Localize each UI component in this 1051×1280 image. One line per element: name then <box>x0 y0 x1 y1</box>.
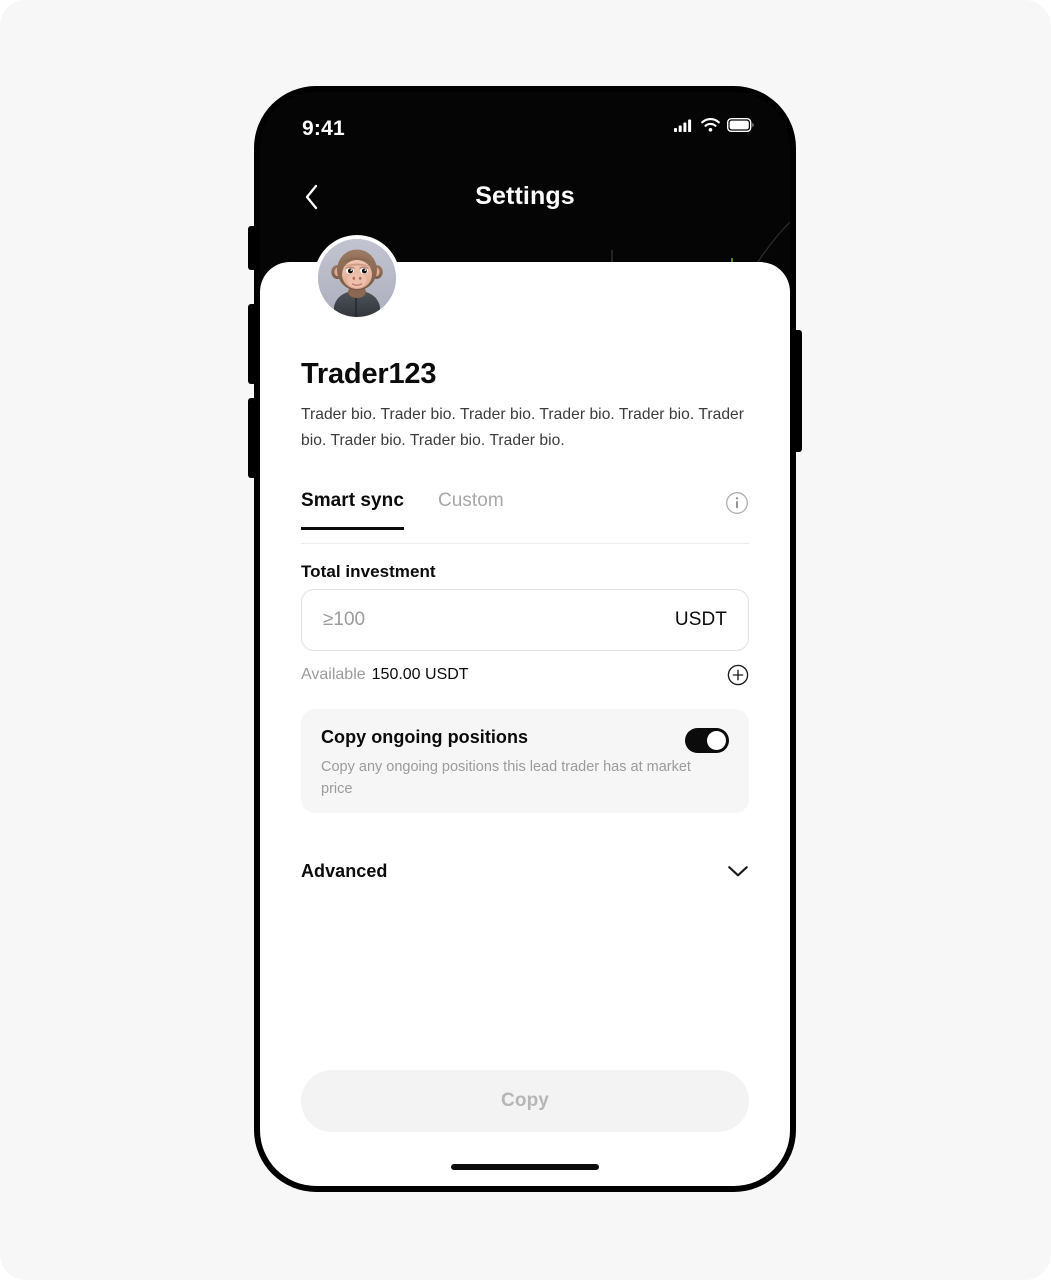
phone-screen: 9:41 Settings Trader123 Trader bio. Trad… <box>260 92 790 1186</box>
battery-icon <box>727 118 754 132</box>
currency-unit: USDT <box>674 609 727 630</box>
volume-down-button[interactable] <box>248 304 256 384</box>
power-button[interactable] <box>794 330 802 452</box>
tab-smart-sync[interactable]: Smart sync <box>301 490 404 530</box>
advanced-label: Advanced <box>301 860 388 881</box>
mute-switch[interactable] <box>248 226 256 270</box>
copy-ongoing-positions-card: Copy ongoing positions Copy any ongoing … <box>301 709 749 813</box>
sheet-content: Trader123 Trader bio. Trader bio. Trader… <box>260 262 790 1186</box>
screenshot-canvas: 9:41 Settings Trader123 Trader bio. Trad… <box>0 0 1051 1280</box>
copy-ongoing-positions-title: Copy ongoing positions <box>321 727 529 747</box>
copy-ongoing-positions-toggle[interactable] <box>685 728 729 753</box>
phone-device: 9:41 Settings Trader123 Trader bio. Trad… <box>254 86 796 1192</box>
copy-ongoing-positions-description: Copy any ongoing positions this lead tra… <box>321 759 691 797</box>
total-investment-field[interactable]: USDT <box>301 589 749 651</box>
status-icons <box>674 118 754 132</box>
volume-up-button[interactable] <box>248 398 256 478</box>
tab-custom[interactable]: Custom <box>438 490 504 530</box>
status-time: 9:41 <box>302 117 345 140</box>
plus-circle-icon <box>727 664 749 686</box>
navigation-bar: Settings <box>260 174 790 222</box>
total-investment-input[interactable] <box>323 609 623 631</box>
home-indicator <box>451 1164 599 1170</box>
chevron-down-icon <box>728 865 748 876</box>
available-label: Available <box>301 666 366 683</box>
trader-bio: Trader bio. Trader bio. Trader bio. Trad… <box>301 406 745 449</box>
cellular-signal-icon <box>674 119 692 132</box>
wifi-icon <box>701 118 720 132</box>
trader-name: Trader123 <box>301 358 437 390</box>
total-investment-label: Total investment <box>301 562 436 581</box>
info-circle-icon <box>726 492 748 514</box>
add-funds-button[interactable] <box>727 664 749 686</box>
available-value: 150.00 USDT <box>371 666 469 683</box>
status-bar: 9:41 <box>260 114 790 148</box>
mode-tabs: Smart sync Custom <box>301 490 749 544</box>
info-button[interactable] <box>725 491 749 515</box>
copy-button[interactable]: Copy <box>301 1070 749 1132</box>
available-balance-row: Available 150.00 USDT <box>301 661 749 689</box>
page-title: Settings <box>475 182 575 210</box>
advanced-section-header[interactable]: Advanced <box>301 854 749 888</box>
